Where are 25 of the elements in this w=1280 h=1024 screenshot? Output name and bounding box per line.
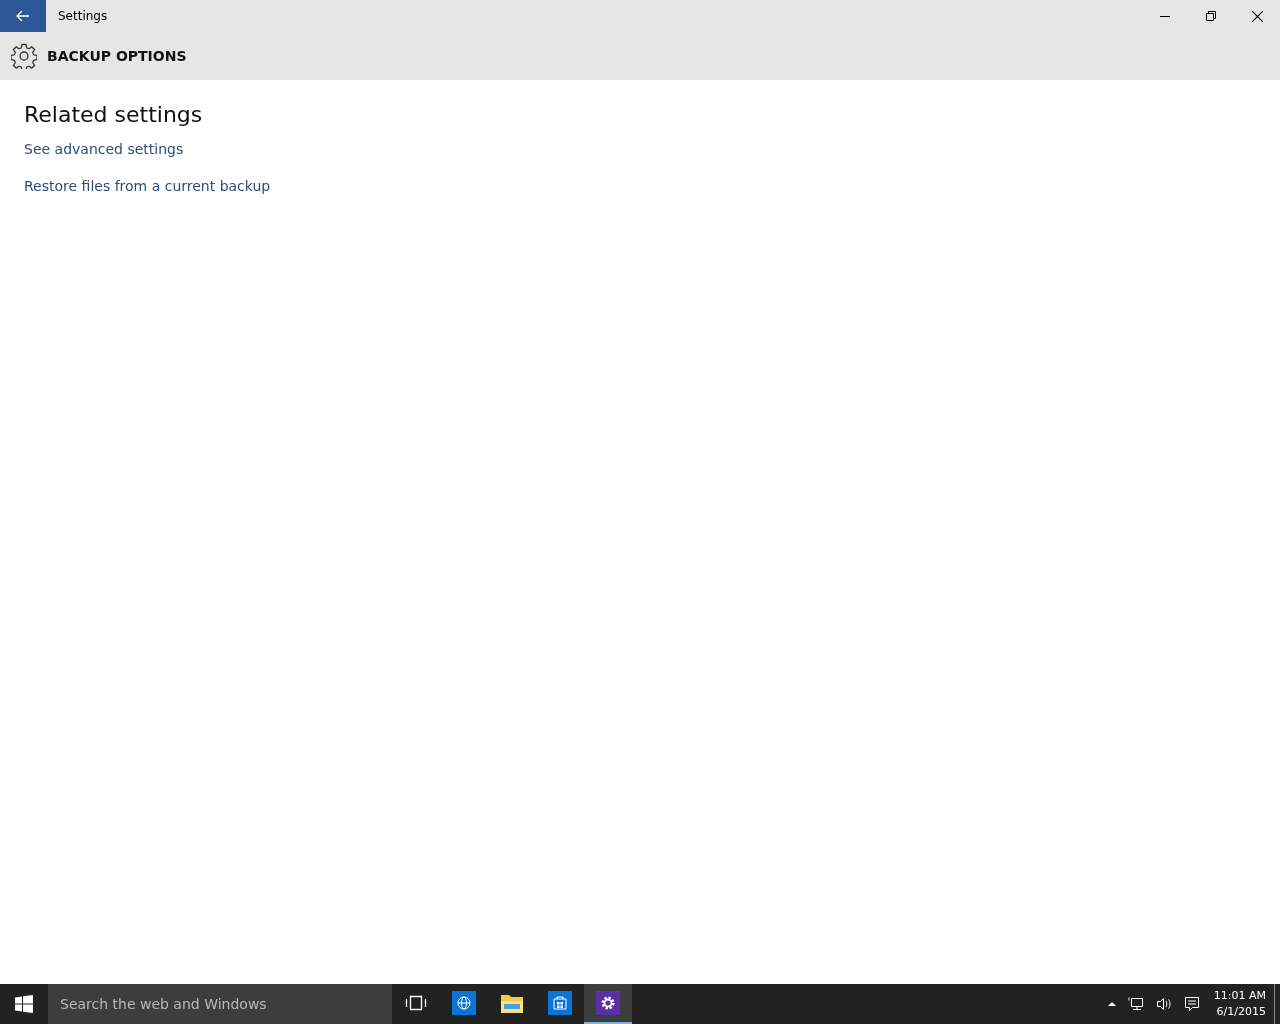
globe-icon bbox=[452, 991, 476, 1015]
window-title: Settings bbox=[58, 9, 108, 23]
speaker-icon[interactable] bbox=[1155, 996, 1172, 1012]
chevron-up-icon[interactable] bbox=[1107, 1001, 1116, 1007]
task-view-icon bbox=[405, 995, 427, 1011]
page-title: BACKUP OPTIONS bbox=[47, 48, 187, 64]
settings-link[interactable]: See advanced settings bbox=[24, 141, 184, 157]
back-arrow-icon bbox=[16, 10, 30, 22]
shopping-bag-icon bbox=[548, 991, 572, 1015]
restore-icon bbox=[1206, 11, 1216, 21]
close-icon bbox=[1251, 10, 1263, 22]
settings-icon bbox=[11, 43, 37, 69]
windows-logo-icon bbox=[15, 995, 33, 1013]
time-text: 11:01 AM bbox=[1213, 988, 1266, 1004]
notification-icon[interactable] bbox=[1183, 996, 1200, 1012]
folder-icon bbox=[500, 992, 524, 1014]
back-button[interactable] bbox=[0, 0, 46, 32]
section-heading: Related settings bbox=[24, 102, 203, 127]
network-icon[interactable] bbox=[1127, 996, 1144, 1012]
gear-icon bbox=[596, 991, 620, 1015]
settings-link[interactable]: Restore files from a current backup bbox=[24, 178, 271, 194]
search-field[interactable]: Search the web and Windows bbox=[48, 984, 392, 1024]
date-text: 6/1/2015 bbox=[1216, 1004, 1266, 1020]
clock[interactable]: 11:01 AM 6/1/2015 bbox=[1205, 988, 1274, 1020]
taskbar-app[interactable] bbox=[584, 984, 632, 1024]
